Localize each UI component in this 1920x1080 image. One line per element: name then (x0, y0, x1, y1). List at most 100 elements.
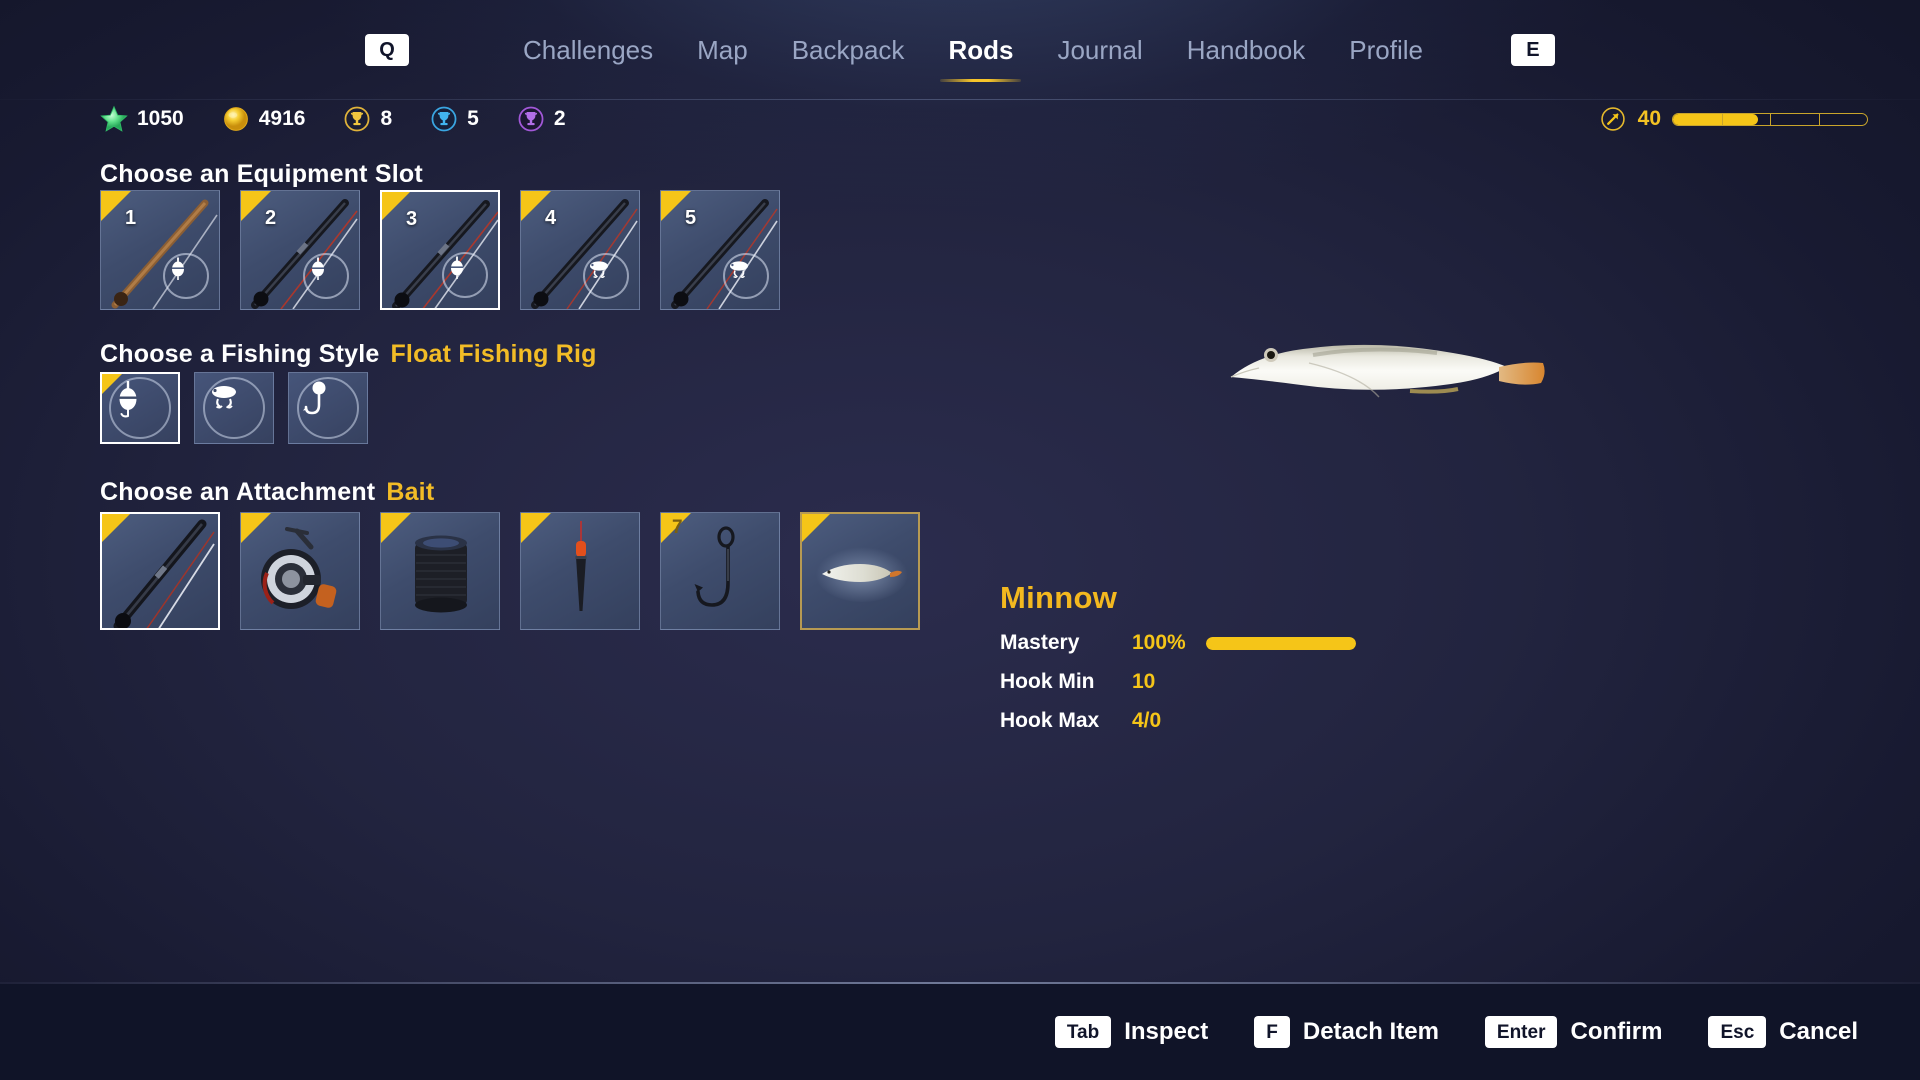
equipment-slot-1[interactable]: 1 (100, 190, 220, 310)
attachment-slot-reel[interactable] (240, 512, 360, 630)
action-label: Detach Item (1302, 1018, 1439, 1045)
style-section-title: Choose a Fishing Style Float Fishing Rig (100, 340, 597, 369)
nav-item-challenges[interactable]: Challenges (501, 25, 675, 76)
detail-value: 4/0 (1132, 709, 1162, 732)
detail-row-mastery: Mastery 100% (1000, 631, 1356, 655)
action-cancel[interactable]: Esc Cancel (1708, 1016, 1858, 1048)
attachment-title-text: Choose an Attachment (100, 478, 376, 506)
float-icon (442, 252, 488, 298)
stat-value-blue-trophy: 5 (467, 107, 479, 130)
stat-value-purple-trophy: 2 (553, 107, 566, 130)
detail-value: 100% (1132, 631, 1186, 654)
key-tab: Tab (1054, 1016, 1112, 1048)
nav-item-map[interactable]: Map (675, 25, 770, 76)
xp-progress-bar (1672, 112, 1868, 126)
equipment-section-title: Choose an Equipment Slot (100, 160, 423, 189)
nav-item-backpack[interactable]: Backpack (770, 25, 927, 76)
action-inspect[interactable]: Tab Inspect (1054, 1016, 1208, 1048)
key-esc: Esc (1708, 1016, 1767, 1048)
action-footer: Tab Inspect F Detach Item Enter Confirm … (0, 984, 1920, 1080)
stat-blue-trophy: 5 (430, 105, 479, 133)
gold-coin-icon (222, 105, 250, 133)
detail-label: Hook Min (1000, 670, 1095, 693)
stat-gold-trophy: 8 (343, 105, 392, 133)
detail-value: 10 (1132, 670, 1156, 693)
nav-prev-key-q[interactable]: Q (365, 34, 410, 66)
minnow-preview-image (1225, 325, 1570, 425)
key-enter: Enter (1484, 1016, 1558, 1048)
attachment-subtitle-text: Bait (386, 478, 435, 506)
lure-icon (723, 253, 769, 299)
crankbait-lure-icon (203, 377, 265, 439)
minnow-bait-icon (816, 546, 908, 602)
attachment-slot-float[interactable] (520, 512, 640, 630)
green-star-icon (100, 105, 128, 133)
stat-gold-coin: 4916 (222, 105, 306, 133)
detail-row-hook-min: Hook Min 10 (1000, 670, 1356, 694)
attachment-slot-row: 7 (100, 512, 920, 630)
float-bobber-icon (109, 377, 171, 439)
nav-item-handbook[interactable]: Handbook (1165, 25, 1328, 76)
nav-next-key-e[interactable]: E (1510, 34, 1555, 66)
reel-icon (261, 527, 337, 609)
attachment-section-title: Choose an Attachment Bait (100, 478, 434, 507)
detail-label: Hook Max (1000, 709, 1100, 732)
nav-item-profile[interactable]: Profile (1327, 25, 1445, 76)
fishing-style-lure[interactable] (194, 372, 274, 444)
key-f: F (1254, 1016, 1290, 1048)
action-label: Confirm (1570, 1018, 1663, 1045)
equipment-title-text: Choose an Equipment Slot (100, 160, 423, 188)
nav-row: Q Challenges Map Backpack Rods Journal H… (365, 25, 1555, 82)
attachment-slot-line[interactable] (380, 512, 500, 630)
stat-value-star: 1050 (137, 107, 184, 130)
slot-number: 2 (265, 207, 277, 229)
stat-value-coin: 4916 (258, 107, 306, 130)
purple-trophy-icon (517, 105, 545, 133)
top-navigation: Q Challenges Map Backpack Rods Journal H… (0, 0, 1920, 100)
float-icon (575, 521, 587, 611)
attachment-slot-bait[interactable] (800, 512, 920, 630)
attachment-slot-rod[interactable] (100, 512, 220, 630)
equipment-slot-3[interactable]: 3 (380, 190, 500, 310)
detail-label: Mastery (1000, 631, 1080, 654)
xp-level-group: 40 (1599, 105, 1868, 133)
nav-item-rods[interactable]: Rods (926, 25, 1035, 82)
blue-trophy-icon (430, 105, 458, 133)
equipment-slot-row: 1 2 3 4 5 (100, 190, 780, 310)
fishing-style-jig[interactable] (288, 372, 368, 444)
attachment-slot-hook[interactable]: 7 (660, 512, 780, 630)
float-icon (163, 253, 209, 299)
equipment-slot-5[interactable]: 5 (660, 190, 780, 310)
fishing-style-row (100, 372, 368, 444)
stat-value-gold-trophy: 8 (380, 107, 393, 130)
gold-trophy-icon (343, 105, 371, 133)
item-detail-panel: Minnow Mastery 100% Hook Min 10 Hook Max… (1000, 580, 1356, 733)
jig-head-hook-icon (297, 377, 359, 439)
equipment-slot-4[interactable]: 4 (520, 190, 640, 310)
mastery-progress-bar (1205, 636, 1356, 650)
slot-number: 5 (685, 207, 697, 229)
xp-level-value: 40 (1637, 107, 1661, 130)
lure-icon (583, 253, 629, 299)
game-screen: Q Challenges Map Backpack Rods Journal H… (0, 0, 1920, 1080)
action-confirm[interactable]: Enter Confirm (1484, 1016, 1663, 1048)
level-arrow-icon (1599, 105, 1627, 133)
line-spool-icon (415, 535, 467, 613)
rod-icon (113, 519, 215, 628)
equipment-slot-2[interactable]: 2 (240, 190, 360, 310)
style-subtitle-text: Float Fishing Rig (390, 340, 597, 368)
stat-purple-trophy: 2 (517, 105, 566, 133)
slot-number: 4 (545, 207, 557, 229)
fishing-style-float[interactable] (100, 372, 180, 444)
action-detach-item[interactable]: F Detach Item (1254, 1016, 1439, 1048)
action-label: Cancel (1779, 1018, 1858, 1045)
nav-item-journal[interactable]: Journal (1035, 25, 1164, 76)
float-icon (303, 253, 349, 299)
slot-number: 3 (406, 208, 418, 230)
style-title-text: Choose a Fishing Style (100, 340, 380, 368)
slot-number: 7 (672, 517, 683, 538)
item-name: Minnow (1000, 580, 1118, 615)
slot-number: 1 (125, 207, 137, 229)
stats-bar: 1050 4916 8 5 2 40 (0, 100, 1920, 138)
stat-green-star: 1050 (100, 105, 184, 133)
